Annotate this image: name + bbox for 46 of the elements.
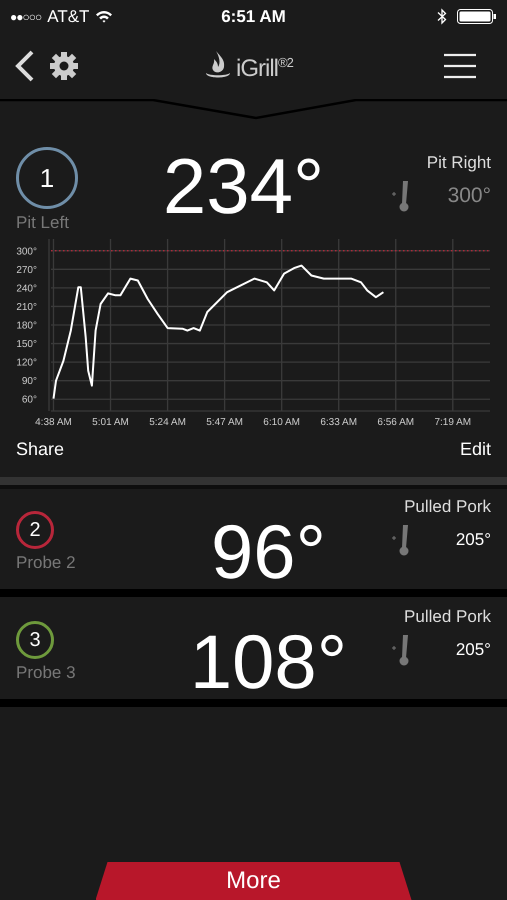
target-temperature: 300° — [448, 184, 491, 208]
y-tick-label: 180° — [16, 320, 37, 332]
x-tick-label: 5:24 AM — [149, 417, 186, 428]
action-link[interactable]: Edit — [460, 437, 491, 461]
x-tick-label: 6:56 AM — [377, 417, 414, 428]
x-tick-label: 7:19 AM — [434, 417, 472, 428]
probe-number-ring[interactable]: 3 — [16, 621, 54, 659]
action-link[interactable]: Share — [16, 437, 64, 461]
y-tick-label: 300° — [16, 246, 37, 258]
y-tick-label: 210° — [16, 302, 37, 313]
wifi-icon — [95, 10, 114, 23]
line-series — [52, 264, 384, 400]
target-label: Pulled Pork — [404, 497, 491, 517]
bluetooth-icon — [437, 8, 447, 25]
target-temperature: 205° — [456, 640, 491, 660]
back-icon[interactable] — [14, 50, 34, 82]
temperature-reading: 108° — [190, 625, 348, 701]
clock-time: 6:51 AM — [220, 6, 287, 26]
x-tick-label: 4:38 AM — [35, 417, 72, 428]
app-logo-text: iGrill$^{®2}$ — [236, 55, 293, 83]
probe-number-ring[interactable]: 1 — [16, 147, 78, 209]
probe-name: Pit Left — [16, 213, 69, 233]
x-tick-label: 5:01 AM — [92, 417, 129, 428]
probe-name: Probe 3 — [16, 663, 76, 683]
more-button[interactable]: More — [96, 862, 412, 900]
probe-name: Probe 2 — [16, 553, 76, 573]
y-tick-label: 150° — [16, 339, 37, 350]
signal-dots: ●●○○○ — [10, 10, 42, 24]
y-tick-label: 240° — [16, 283, 37, 294]
target-temperature: 205° — [456, 530, 491, 550]
x-tick-label: 6:33 AM — [320, 417, 358, 428]
probe-number-ring[interactable]: 2 — [16, 511, 54, 549]
menu-icon[interactable] — [443, 52, 477, 80]
x-tick-label: 5:47 AM — [206, 417, 243, 428]
y-tick-label: 90° — [22, 376, 37, 388]
battery-icon — [457, 8, 497, 25]
y-tick-label: 60° — [22, 394, 37, 406]
target-label: Pit Right — [426, 153, 491, 173]
y-tick-label: 270° — [16, 264, 37, 276]
target-label: Pulled Pork — [404, 607, 491, 627]
x-tick-label: 6:10 AM — [263, 417, 300, 428]
temperature-reading: 96° — [211, 515, 326, 591]
y-tick-label: 120° — [16, 358, 37, 369]
settings-icon[interactable] — [48, 50, 80, 82]
temperature-reading: 234° — [162, 147, 324, 225]
carrier-name: AT&T — [47, 6, 90, 26]
